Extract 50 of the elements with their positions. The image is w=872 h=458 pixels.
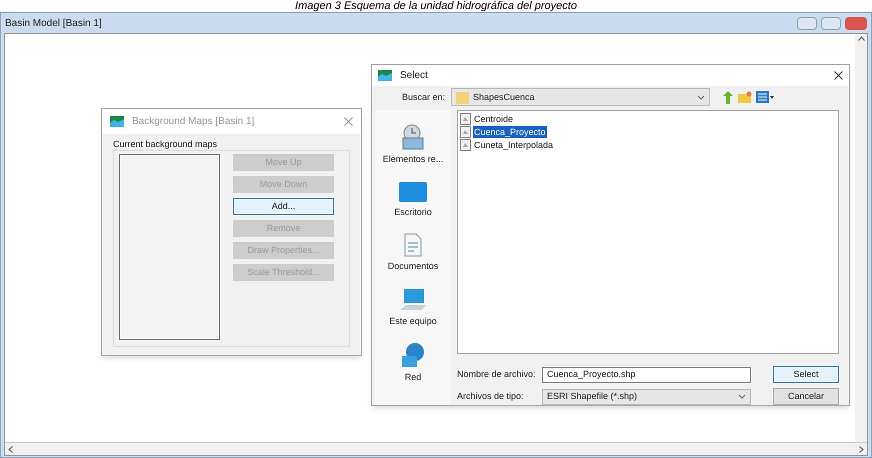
window-title: Basin Model [Basin 1] — [5, 16, 102, 30]
up-folder-icon[interactable] — [722, 90, 734, 104]
dropdown-value: ESRI Shapefile (*.shp) — [547, 390, 638, 403]
place-label[interactable]: Este equipo — [389, 314, 437, 328]
horizontal-scrollbar[interactable] — [5, 442, 867, 455]
map-icon — [378, 70, 392, 81]
place-label[interactable]: Red — [404, 371, 422, 384]
place-label[interactable]: Documentos — [388, 260, 438, 274]
folder-icon — [456, 90, 469, 104]
maximize-button[interactable] — [821, 16, 841, 30]
dialog-title: Select — [400, 68, 428, 83]
map-list[interactable] — [119, 154, 220, 340]
file-icon — [460, 139, 471, 151]
network-icon — [399, 342, 427, 368]
close-icon[interactable] — [834, 70, 843, 80]
file-list[interactable]: Centroide Cuenca_Proyecto Cuneta_Interpolada — [457, 110, 839, 354]
document-icon — [404, 233, 422, 257]
figure-caption: Imagen 3 Esquema de la unidad hidrográfica del proyecto — [295, 0, 577, 12]
new-folder-icon[interactable] — [738, 91, 752, 104]
dropdown-value: ShapesCuenca — [473, 90, 535, 104]
scroll-left-icon[interactable] — [8, 446, 13, 452]
file-type-dropdown[interactable]: ESRI Shapefile (*.shp) — [542, 388, 751, 404]
field-label: Buscar en: — [400, 90, 446, 104]
chevron-down-icon — [697, 94, 705, 100]
file-icon — [460, 113, 471, 125]
file-name-field[interactable]: Cuenca_Proyecto.shp — [542, 366, 751, 382]
scroll-up-icon[interactable] — [858, 36, 864, 41]
dialog-title: Background Maps [Basin 1] — [132, 115, 254, 129]
dialog-button[interactable]: Select — [773, 366, 839, 383]
chevron-down-icon — [738, 394, 746, 399]
map-icon — [110, 116, 124, 127]
dialog-button[interactable]: Add... — [233, 198, 334, 215]
file-item[interactable]: Cuenca_Proyecto — [473, 126, 547, 138]
desktop-icon — [398, 180, 428, 202]
file-item[interactable]: Centroide — [473, 113, 514, 125]
field-label: Nombre de archivo: — [457, 368, 537, 381]
place-label[interactable]: Escritorio — [394, 206, 432, 219]
field-label: Archivos de tipo: — [457, 390, 525, 403]
place-label[interactable]: Elementos re... — [382, 153, 444, 166]
dialog-button[interactable]: Cancelar — [773, 388, 839, 405]
file-icon — [460, 126, 471, 138]
folder-dropdown[interactable]: ShapesCuenca — [451, 88, 710, 106]
minimize-button[interactable] — [797, 16, 817, 30]
file-item[interactable]: Cuneta_Interpolada — [473, 139, 554, 151]
computer-icon — [398, 288, 428, 312]
group-label: Current background maps — [113, 138, 218, 150]
scroll-right-icon[interactable] — [859, 446, 864, 452]
close-button[interactable] — [845, 16, 867, 30]
view-menu-icon[interactable] — [756, 91, 774, 104]
vertical-scrollbar[interactable] — [855, 34, 867, 442]
